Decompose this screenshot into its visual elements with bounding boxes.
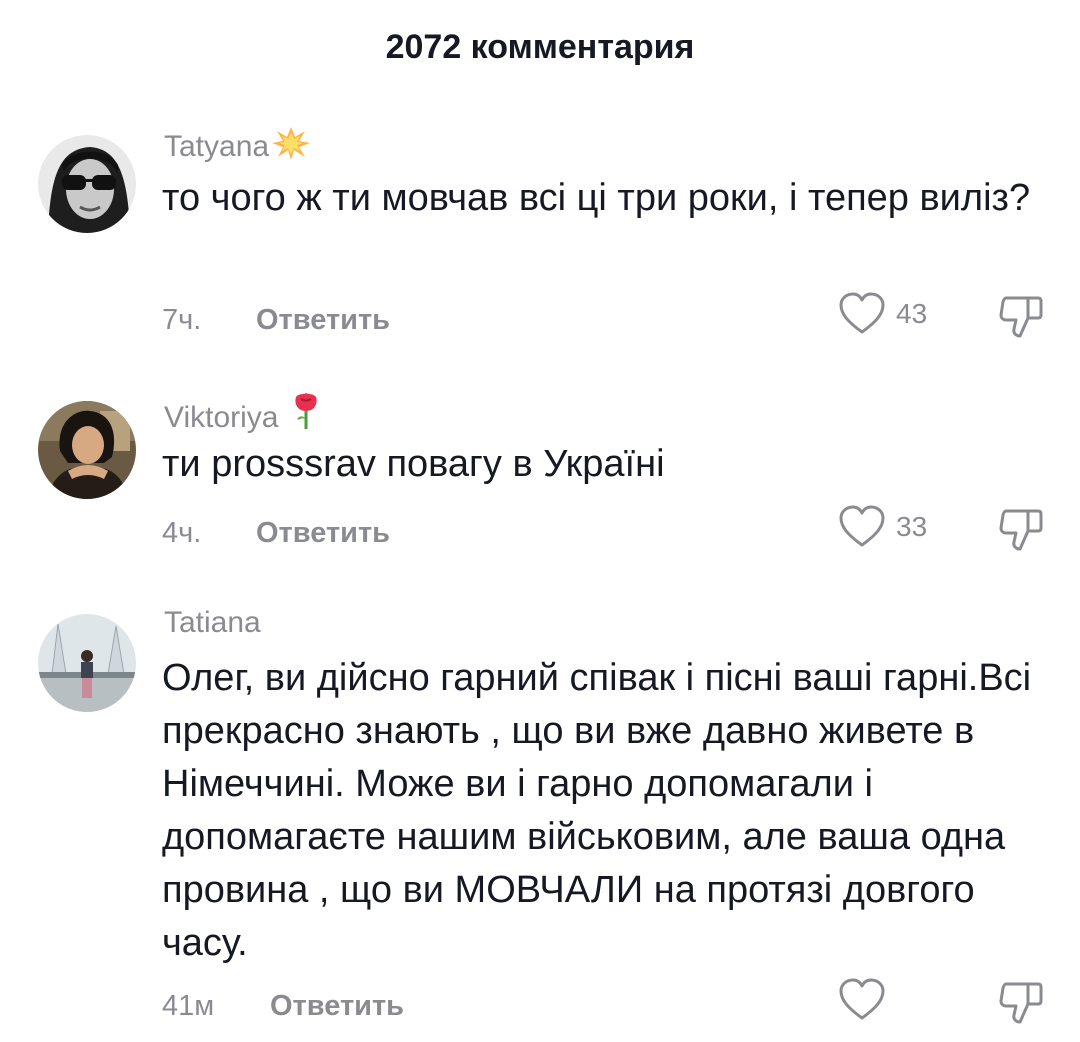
comment-time: 4ч. — [162, 516, 202, 549]
comment-username[interactable]: Viktoriya — [164, 391, 321, 439]
rose-emoji-icon — [291, 391, 321, 439]
heart-outline-icon — [839, 978, 885, 1020]
avatar[interactable] — [38, 614, 136, 712]
dislike-button[interactable] — [998, 505, 1044, 558]
heart-outline-icon — [839, 505, 885, 547]
heart-outline-icon — [839, 292, 885, 334]
thumbs-down-outline-icon — [999, 296, 1043, 338]
comment-username[interactable]: Tatiana — [164, 606, 261, 640]
like-button[interactable]: 43 — [838, 292, 927, 336]
like-button[interactable] — [838, 978, 896, 1022]
reply-button[interactable]: Ответить — [256, 304, 390, 337]
comment-username[interactable]: Tatyana — [164, 126, 311, 168]
dislike-button[interactable] — [998, 292, 1044, 345]
dislike-button[interactable] — [998, 978, 1044, 1031]
comment-text: Олег, ви дійсно гарний співак і пісні ва… — [162, 657, 1032, 964]
thumbs-down-outline-icon — [999, 982, 1043, 1024]
thumbs-down-outline-icon — [999, 509, 1043, 551]
reply-button[interactable]: Ответить — [270, 990, 404, 1023]
comment-actions: 41м Ответить — [162, 978, 1043, 1028]
avatar-photo-tatyana — [38, 135, 136, 233]
username-text: Tatyana — [164, 130, 270, 163]
avatar[interactable] — [38, 401, 136, 499]
like-count: 33 — [896, 511, 928, 542]
comment-text: то чого ж ти мовчав всі ці три роки, і т… — [162, 177, 1031, 219]
like-button[interactable]: 33 — [838, 505, 927, 549]
collision-emoji-icon — [271, 126, 311, 168]
avatar-photo-tatiana — [38, 614, 136, 712]
avatar[interactable] — [38, 135, 136, 233]
comment-time: 7ч. — [162, 303, 202, 336]
comment-actions: 4ч. Ответить 33 — [162, 505, 1043, 555]
avatar-photo-viktoriya — [38, 401, 136, 499]
username-text: Tatiana — [164, 606, 261, 639]
comments-header: 2072 комментария — [385, 28, 695, 66]
reply-button[interactable]: Ответить — [256, 517, 390, 550]
comment-time: 41м — [162, 989, 215, 1022]
comment-actions: 7ч. Ответить 43 — [162, 292, 1043, 342]
comment-text: ти prosssrav повагу в Україні — [162, 443, 665, 485]
like-count: 43 — [896, 298, 928, 329]
username-text: Viktoriya — [164, 401, 279, 434]
